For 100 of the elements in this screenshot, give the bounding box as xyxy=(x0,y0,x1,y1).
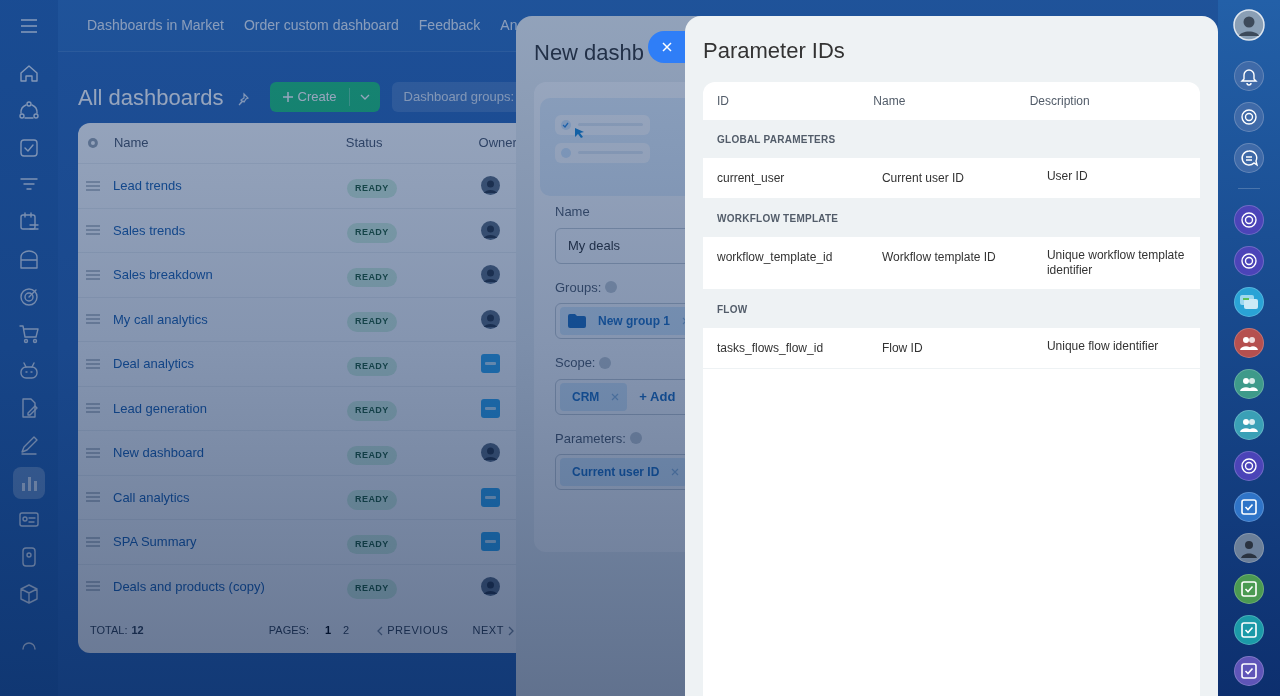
user-avatar xyxy=(481,576,500,596)
user-avatar[interactable] xyxy=(1233,9,1265,41)
checkbox-button[interactable] xyxy=(1234,614,1264,645)
close-icon xyxy=(662,42,672,52)
user-avatar xyxy=(481,443,500,463)
dashboard-link[interactable]: Lead trends xyxy=(113,176,347,196)
status-badge: READY xyxy=(347,267,397,287)
target-button[interactable] xyxy=(1234,204,1264,235)
app-avatar xyxy=(481,354,500,374)
panel-title: New dashb xyxy=(534,39,645,67)
status-badge: READY xyxy=(347,579,397,599)
group-chip-label: New group 1 xyxy=(597,313,671,330)
target-button[interactable] xyxy=(1234,245,1264,276)
create-button[interactable]: Create xyxy=(269,82,380,112)
target-button[interactable] xyxy=(1234,101,1264,132)
drag-handle-icon[interactable] xyxy=(86,269,100,280)
dashboard-link[interactable]: Deal analytics xyxy=(113,354,347,374)
dashboard-link[interactable]: Deals and products (copy) xyxy=(113,576,347,596)
section-heading: WORKFLOW TEMPLATE xyxy=(717,211,839,226)
section-heading: FLOW xyxy=(717,302,748,317)
dashboard-link[interactable]: SPA Summary xyxy=(113,532,347,552)
table-cell-text: Workflow template ID xyxy=(881,249,997,266)
target-button[interactable] xyxy=(1234,450,1264,481)
plus-icon xyxy=(281,91,294,103)
status-badge: READY xyxy=(347,534,397,554)
field-label: Name xyxy=(555,203,591,221)
nav-link[interactable]: Dashboards in Market xyxy=(87,15,224,36)
bell-button[interactable] xyxy=(1234,60,1264,91)
nav-link[interactable]: An xyxy=(500,15,518,36)
create-label: Create xyxy=(297,88,337,107)
total-count: 12 xyxy=(131,623,144,639)
drag-handle-icon[interactable] xyxy=(86,314,100,325)
user-avatar xyxy=(481,309,500,329)
pages-label: PAGES: xyxy=(268,623,309,639)
app-avatar xyxy=(481,487,500,507)
home-icon xyxy=(18,62,40,85)
people-button[interactable] xyxy=(1234,368,1264,399)
app-avatar xyxy=(481,532,500,552)
checkbox-icon xyxy=(18,136,40,159)
checkbox-button[interactable] xyxy=(1234,573,1264,604)
nav-link[interactable]: Feedback xyxy=(418,15,481,36)
nodes-icon xyxy=(18,99,40,122)
chat-bubbles-button[interactable] xyxy=(1234,286,1264,317)
column-header: ID xyxy=(717,93,730,110)
scope-chip-label: CRM xyxy=(571,388,601,406)
drag-handle-icon[interactable] xyxy=(86,447,100,458)
page-title: All dashboards xyxy=(78,83,224,112)
settings-icon[interactable] xyxy=(86,136,100,150)
table-cell-text: Current user ID xyxy=(881,170,965,187)
status-badge: READY xyxy=(347,356,397,376)
field-label: Groups: xyxy=(555,278,602,297)
table-cell-text: current_user xyxy=(717,170,786,187)
pencil-icon xyxy=(18,434,40,457)
drag-handle-icon[interactable] xyxy=(86,358,100,369)
person-button[interactable] xyxy=(1234,532,1264,563)
drag-handle-icon[interactable] xyxy=(86,403,100,414)
dashboard-link[interactable]: Sales trends xyxy=(113,220,347,240)
table-cell-text: Flow ID xyxy=(881,340,924,357)
cart-icon xyxy=(18,322,40,345)
checkbox-button[interactable] xyxy=(1234,491,1264,522)
dashboard-link[interactable]: New dashboard xyxy=(113,443,347,463)
drag-handle-icon[interactable] xyxy=(86,180,100,191)
next-link[interactable]: NEXT xyxy=(472,622,514,639)
column-header: Description xyxy=(1029,93,1091,110)
drag-handle-icon[interactable] xyxy=(86,225,100,236)
dashboard-link[interactable]: My call analytics xyxy=(113,309,347,329)
dashboard-link[interactable]: Call analytics xyxy=(113,487,347,507)
user-avatar xyxy=(481,220,500,240)
page-link[interactable]: 1 xyxy=(320,622,336,639)
page-link[interactable]: 2 xyxy=(339,622,354,639)
folder-icon xyxy=(568,314,586,328)
parameter-chip[interactable]: Current user ID xyxy=(560,458,688,486)
chat-button[interactable] xyxy=(1234,142,1264,173)
menu-icon[interactable] xyxy=(20,19,38,33)
drag-handle-icon[interactable] xyxy=(86,581,100,592)
add-link[interactable]: + Add xyxy=(639,386,676,407)
previous-link[interactable]: PREVIOUS xyxy=(377,622,449,639)
user-avatar xyxy=(481,265,500,285)
status-badge: READY xyxy=(347,223,397,243)
remove-icon[interactable] xyxy=(611,392,620,401)
user-avatar xyxy=(481,176,500,196)
nav-link[interactable]: Order custom dashboard xyxy=(243,15,399,36)
scope-chip[interactable]: CRM xyxy=(560,382,628,411)
total-label: TOTAL: xyxy=(90,623,128,639)
dashboard-link[interactable]: Lead generation xyxy=(113,398,347,418)
status-badge: READY xyxy=(347,445,397,465)
table-cell-text: workflow_template_id xyxy=(717,249,834,266)
dashboard-link[interactable]: Sales breakdown xyxy=(113,265,347,285)
table-cell-text: User ID xyxy=(1046,169,1089,184)
drag-handle-icon[interactable] xyxy=(86,492,100,503)
column-header[interactable]: Name xyxy=(113,133,346,153)
drag-handle-icon[interactable] xyxy=(86,536,100,547)
checkbox-button[interactable] xyxy=(1234,655,1264,686)
parameter-chip-label: Current user ID xyxy=(571,464,661,481)
remove-icon[interactable] xyxy=(671,468,680,476)
field-label: Scope: xyxy=(555,354,596,372)
people-button[interactable] xyxy=(1234,409,1264,440)
column-header[interactable]: Status xyxy=(345,133,479,153)
people-button[interactable] xyxy=(1234,327,1264,358)
garage-icon xyxy=(18,248,40,271)
